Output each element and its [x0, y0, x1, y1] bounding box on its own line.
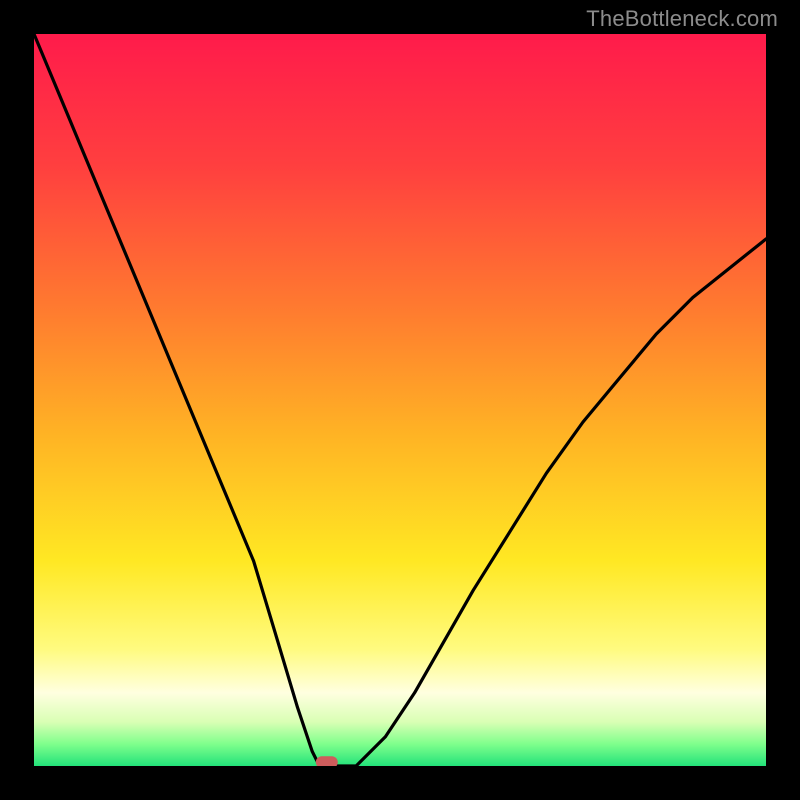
curve-path — [34, 34, 766, 766]
optimum-marker — [316, 756, 338, 766]
chart-frame: TheBottleneck.com — [0, 0, 800, 800]
plot-area — [34, 34, 766, 766]
bottleneck-curve — [34, 34, 766, 766]
watermark-text: TheBottleneck.com — [586, 6, 778, 32]
